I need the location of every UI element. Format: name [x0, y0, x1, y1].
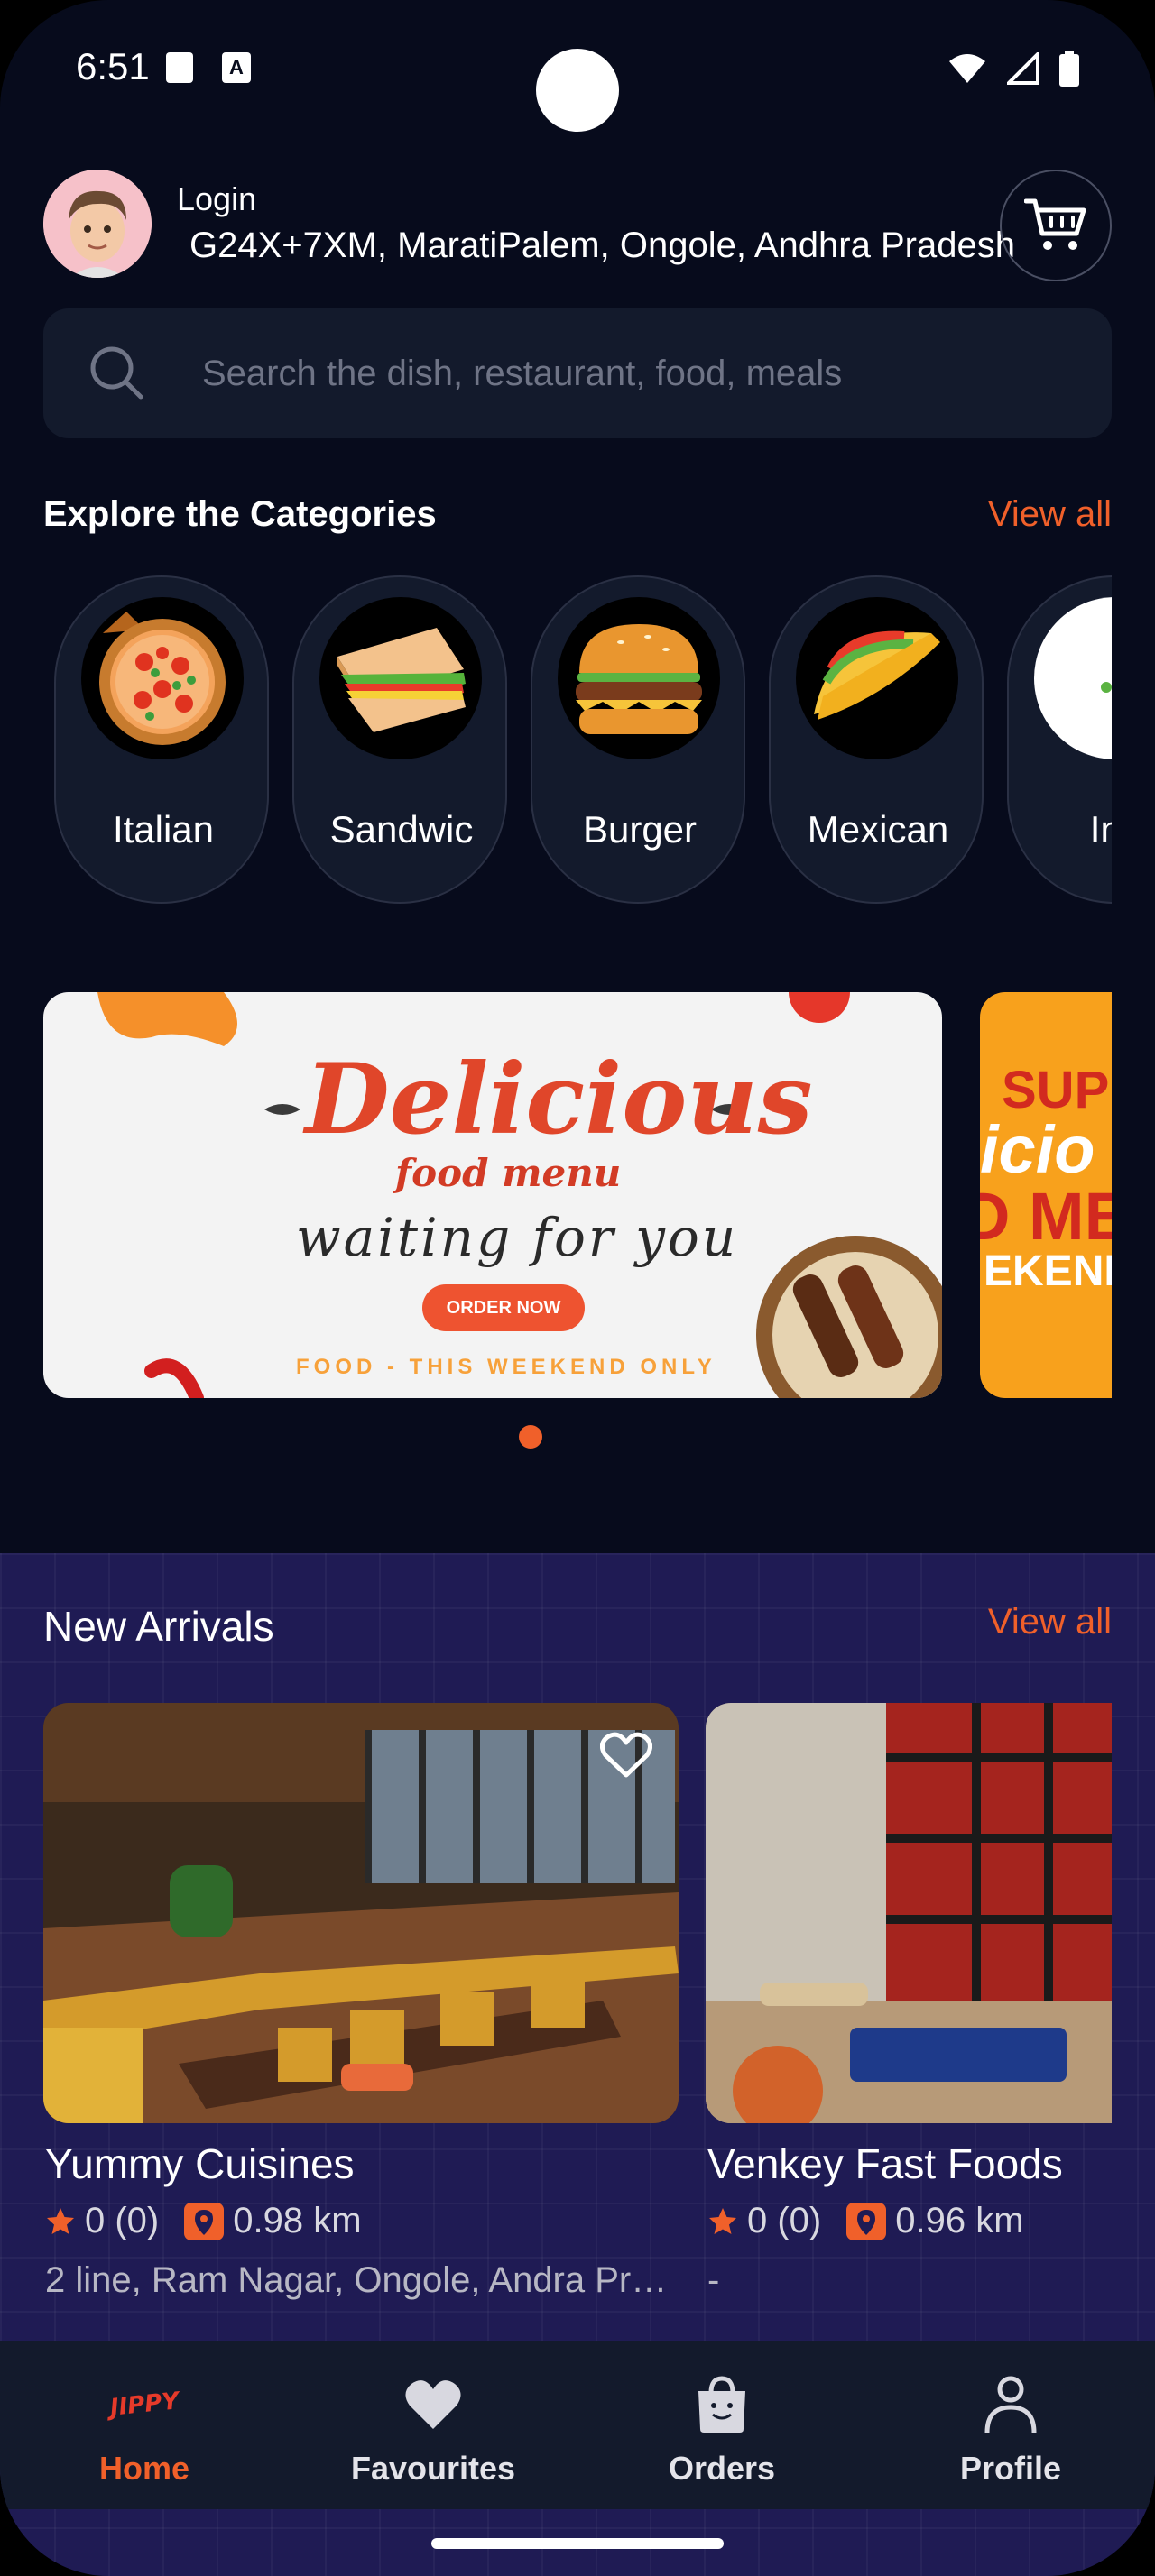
restaurant-address: 2 line, Ram Nagar, Ongole, Andra Pradesh: [45, 2260, 677, 2300]
sd-card-icon: [166, 52, 193, 83]
restaurant-photo: [706, 1703, 1112, 2123]
avatar[interactable]: [43, 170, 152, 278]
restaurant-meta: 0 (0) 0.98 km: [45, 2201, 362, 2241]
restaurant-card[interactable]: Yummy Cuisines 0 (0) 0.98 km 2 line, Ram…: [43, 1703, 679, 2300]
nav-home[interactable]: JIPPY Home: [0, 2341, 289, 2509]
restaurant-card[interactable]: Venkey Fast Foods 0 (0) 0.96 km -: [706, 1703, 1112, 2300]
arrivals-view-all-link[interactable]: View all: [988, 1602, 1112, 1642]
taco-icon: [796, 597, 958, 759]
category-list: Italian Sandwic Burger Mexican In: [43, 575, 1112, 906]
restaurant-rating: 0 (0): [747, 2201, 822, 2240]
banner-subtitle: food menu: [395, 1151, 622, 1195]
nav-label: Orders: [668, 2450, 776, 2487]
category-item-burger[interactable]: Burger: [531, 575, 745, 904]
arrivals-title: New Arrivals: [43, 1603, 274, 1650]
promo-banner-next[interactable]: SUPER icio D ME EKEND: [980, 992, 1112, 1398]
home-indicator[interactable]: [431, 2538, 724, 2549]
nav-label: Profile: [959, 2450, 1062, 2487]
map-pin-icon: [184, 2202, 225, 2240]
category-label: Italian: [112, 808, 215, 851]
restaurant-name: Venkey Fast Foods: [707, 2140, 1063, 2187]
nav-label: Favourites: [350, 2450, 516, 2487]
restaurant-distance: 0.96 km: [895, 2201, 1024, 2240]
favourite-button[interactable]: [597, 1726, 655, 1784]
signal-icon: [1007, 52, 1040, 85]
promo-carousel[interactable]: Delicious food menu waiting for you ORDE…: [43, 992, 1112, 1400]
home-logo-icon: JIPPY: [0, 2372, 289, 2437]
category-item-italian[interactable]: Italian: [54, 575, 269, 904]
sandwich-icon: [319, 597, 482, 759]
restaurant-rating: 0 (0): [85, 2201, 160, 2240]
shopping-bag-icon: [578, 2372, 866, 2437]
indian-food-icon: [1034, 597, 1112, 759]
cart-button[interactable]: [1000, 170, 1112, 281]
category-item-indian[interactable]: Ind: [1007, 575, 1112, 904]
restaurant-photo: [43, 1703, 679, 2123]
app-logo-text: JIPPY: [108, 2387, 180, 2422]
restaurant-name: Yummy Cuisines: [45, 2140, 355, 2187]
banner-next-line: icio: [980, 1112, 1095, 1187]
search-icon: [90, 346, 143, 400]
wifi-icon: [949, 54, 985, 83]
category-item-sandwich[interactable]: Sandwic: [292, 575, 507, 904]
restaurant-address: -: [707, 2260, 720, 2300]
banner-footer: FOOD - THIS WEEKEND ONLY: [296, 1355, 716, 1379]
battery-icon: [1059, 51, 1079, 87]
category-item-mexican[interactable]: Mexican: [769, 575, 984, 904]
location-header: Login G24X+7XM, MaratiPalem, Ongole, And…: [43, 170, 1112, 281]
star-icon: [709, 2207, 736, 2234]
banner-next-line: EKEND: [984, 1247, 1112, 1295]
banner-tagline: waiting for you: [296, 1207, 739, 1268]
categories-title: Explore the Categories: [43, 494, 437, 534]
status-time: 6:51: [76, 45, 150, 87]
status-bar: 6:51 A: [0, 0, 1155, 135]
restaurant-meta: 0 (0) 0.96 km: [707, 2201, 1024, 2241]
restaurant-image: [706, 1703, 1112, 2123]
nav-favourites[interactable]: Favourites: [289, 2341, 578, 2509]
categories-header: Explore the Categories View all: [43, 494, 1112, 548]
restaurant-distance: 0.98 km: [233, 2201, 362, 2240]
avatar-icon: [43, 170, 152, 278]
keyboard-a-icon: A: [222, 52, 251, 83]
star-icon: [47, 2207, 74, 2234]
current-location[interactable]: G24X+7XM, MaratiPalem, Ongole, Andhra Pr…: [189, 225, 1020, 266]
restaurant-image: [43, 1703, 679, 2123]
login-link[interactable]: Login: [177, 180, 256, 218]
carousel-dot-active[interactable]: [519, 1425, 542, 1449]
nav-label: Home: [98, 2450, 190, 2487]
camera-cutout: [536, 49, 619, 132]
search-input[interactable]: [202, 308, 1068, 438]
person-icon: [866, 2372, 1155, 2437]
arrivals-header: New Arrivals View all: [43, 1602, 1112, 1656]
category-label: Mexican: [807, 808, 949, 851]
nav-profile[interactable]: Profile: [866, 2341, 1155, 2509]
banner-next-text: SUPER icio D ME EKEND: [980, 1064, 1112, 1293]
app-screen: 6:51 A Login G24X+7XM, MaratiPalem, Ongo…: [0, 0, 1155, 2576]
map-pin-icon: [846, 2202, 887, 2240]
heart-outline-icon: [600, 1732, 652, 1778]
heart-icon: [289, 2372, 578, 2437]
order-now-button[interactable]: ORDER NOW: [422, 1284, 585, 1331]
pizza-icon: [81, 597, 244, 759]
status-icons: [947, 51, 1079, 87]
category-label: Burger: [582, 808, 698, 851]
banner-next-line: D ME: [980, 1179, 1112, 1254]
promo-banner[interactable]: Delicious food menu waiting for you ORDE…: [43, 992, 942, 1398]
banner-title: Delicious: [305, 1043, 813, 1156]
nav-orders[interactable]: Orders: [578, 2341, 866, 2509]
cart-icon: [1024, 198, 1086, 250]
categories-view-all-link[interactable]: View all: [988, 494, 1112, 535]
search-bar[interactable]: [43, 308, 1112, 438]
banner-next-line: SUPER: [1002, 1061, 1112, 1119]
category-label: Ind: [1089, 808, 1112, 851]
category-label: Sandwic: [329, 808, 474, 851]
burger-icon: [558, 597, 720, 759]
arrivals-list: Yummy Cuisines 0 (0) 0.98 km 2 line, Ram…: [43, 1703, 1112, 2316]
carousel-dots: [0, 1425, 1155, 1453]
bottom-navigation: JIPPY Home Favourites Orders Profile: [0, 2341, 1155, 2509]
